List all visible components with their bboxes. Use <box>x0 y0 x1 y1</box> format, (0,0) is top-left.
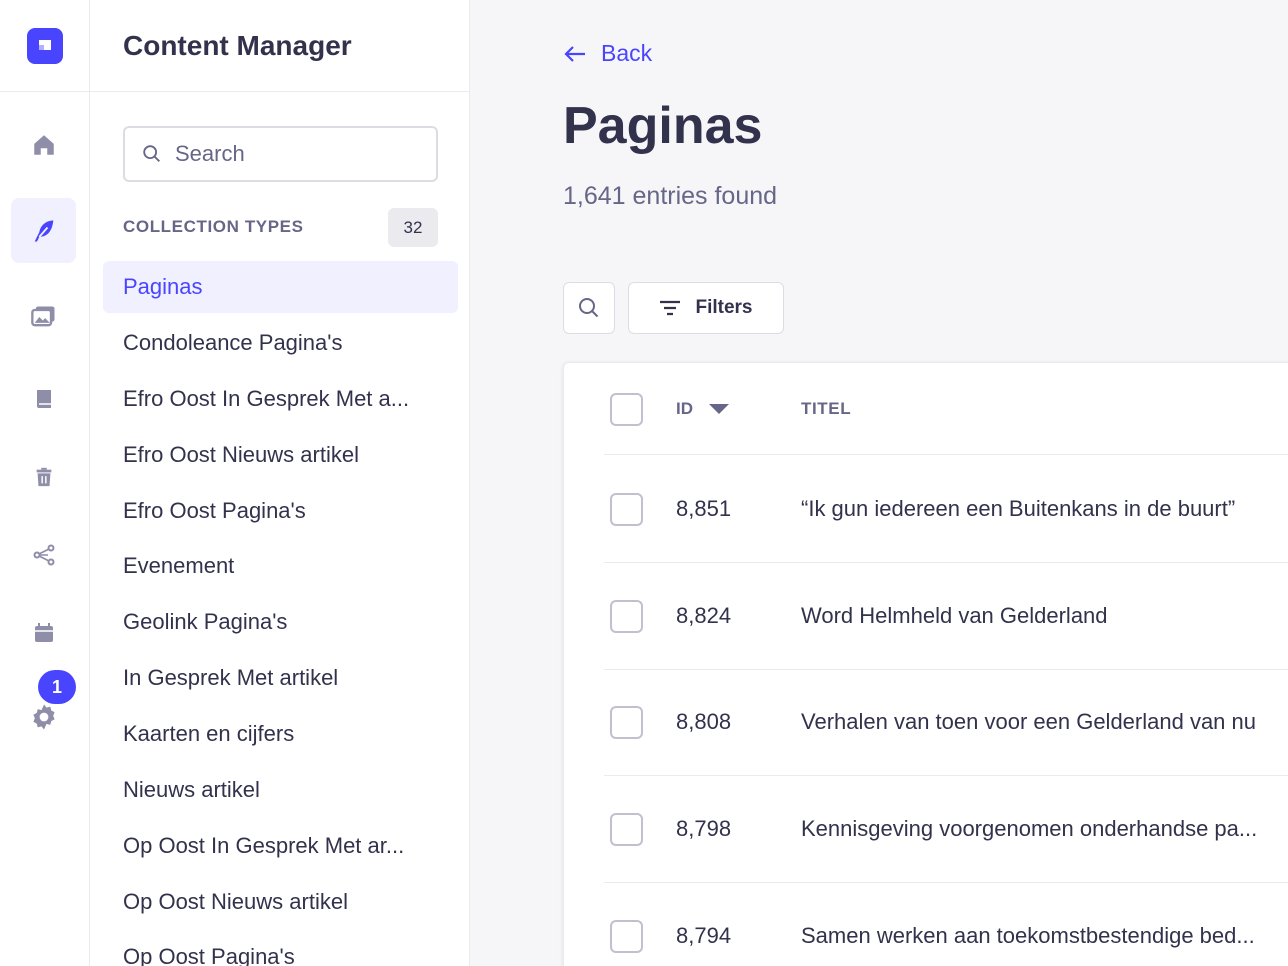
arrow-left-icon <box>564 45 585 62</box>
trash-icon[interactable] <box>11 444 76 509</box>
nav-item-kaarten-en-cijfers[interactable]: Kaarten en cijfers <box>103 708 458 760</box>
table-row[interactable]: 8,824 Word Helmheld van Gelderland <box>604 563 1288 670</box>
subnav-title: Content Manager <box>123 30 352 61</box>
share-icon[interactable] <box>11 522 76 587</box>
table-row[interactable]: 8,851 “Ik gun iedereen een Buitenkans in… <box>604 456 1288 563</box>
column-header-titel[interactable]: TITEL <box>801 399 851 419</box>
row-title: Verhalen van toen voor een Gelderland va… <box>801 709 1256 734</box>
feather-icon[interactable] <box>11 198 76 263</box>
content-manager-subnav: Content Manager Search COLLECTION TYPES … <box>90 0 470 966</box>
column-header-id-label: ID <box>676 399 693 418</box>
row-checkbox[interactable] <box>610 493 643 526</box>
nav-item-op-oost-paginas[interactable]: Op Oost Pagina's <box>103 931 458 966</box>
nav-item-condoleance-paginas[interactable]: Condoleance Pagina's <box>103 317 458 369</box>
row-id: 8,851 <box>676 496 732 521</box>
row-checkbox[interactable] <box>610 600 643 633</box>
media-library-icon[interactable] <box>11 284 76 349</box>
main-content: Back Paginas 1,641 entries found Filters… <box>471 0 1288 966</box>
calendar-icon[interactable] <box>11 600 76 665</box>
nav-item-op-oost-nieuws[interactable]: Op Oost Nieuws artikel <box>103 876 458 928</box>
entries-table: ID TITEL 8,851 “Ik gun iedereen een Buit… <box>563 362 1288 966</box>
page-title: Paginas <box>563 97 763 155</box>
filter-icon <box>660 300 681 316</box>
logo-area <box>0 0 89 92</box>
nav-item-in-gesprek-met[interactable]: In Gesprek Met artikel <box>103 652 458 704</box>
collection-types-label: COLLECTION TYPES <box>123 217 304 236</box>
nav-item-op-oost-in-gesprek[interactable]: Op Oost In Gesprek Met ar... <box>103 820 458 872</box>
row-id: 8,808 <box>676 709 732 734</box>
row-id: 8,824 <box>676 603 732 628</box>
main-nav-rail: 1 <box>0 0 90 966</box>
home-icon[interactable] <box>11 112 76 177</box>
row-title: Samen werken aan toekomstbestendige bed.… <box>801 923 1255 948</box>
row-checkbox[interactable] <box>610 813 643 846</box>
nav-item-geolink-paginas[interactable]: Geolink Pagina's <box>103 596 458 648</box>
book-icon[interactable] <box>11 366 76 431</box>
filters-label: Filters <box>695 297 753 318</box>
table-row[interactable]: 8,808 Verhalen van toen voor een Gelderl… <box>604 669 1288 776</box>
nav-item-efro-oost-in-gesprek[interactable]: Efro Oost In Gesprek Met a... <box>103 373 458 425</box>
logo-icon[interactable] <box>26 27 63 64</box>
row-title: “Ik gun iedereen een Buitenkans in de bu… <box>801 496 1236 521</box>
search-icon <box>143 145 160 162</box>
table-header: ID TITEL <box>604 363 1288 455</box>
row-id: 8,794 <box>676 923 732 948</box>
table-search-button[interactable] <box>563 282 615 334</box>
notification-badge: 1 <box>38 670 76 704</box>
select-all-checkbox[interactable] <box>610 393 643 426</box>
search-placeholder: Search <box>175 141 245 166</box>
row-title: Word Helmheld van Gelderland <box>801 603 1108 628</box>
table-row[interactable]: 8,794 Samen werken aan toekomstbestendig… <box>604 883 1288 966</box>
sort-down-icon <box>709 404 729 414</box>
search-input[interactable]: Search <box>123 126 438 182</box>
row-checkbox[interactable] <box>610 706 643 739</box>
subnav-header: Content Manager <box>90 0 469 92</box>
table-row[interactable]: 8,798 Kennisgeving voorgenomen onderhand… <box>604 776 1288 883</box>
row-checkbox[interactable] <box>610 920 643 953</box>
entries-count: 1,641 entries found <box>563 182 778 210</box>
nav-item-nieuws-artikel[interactable]: Nieuws artikel <box>103 764 458 816</box>
back-link[interactable]: Back <box>563 40 652 67</box>
back-label: Back <box>601 40 653 66</box>
nav-item-efro-oost-nieuws[interactable]: Efro Oost Nieuws artikel <box>103 429 458 481</box>
collection-types-count: 32 <box>388 208 438 247</box>
nav-item-paginas[interactable]: Paginas <box>103 261 458 313</box>
column-header-id[interactable]: ID <box>676 399 729 419</box>
search-icon <box>579 298 599 318</box>
row-title: Kennisgeving voorgenomen onderhandse pa.… <box>801 816 1258 841</box>
nav-item-efro-oost-paginas[interactable]: Efro Oost Pagina's <box>103 485 458 537</box>
row-id: 8,798 <box>676 816 732 841</box>
nav-item-evenement[interactable]: Evenement <box>103 540 458 592</box>
filters-button[interactable]: Filters <box>628 282 784 334</box>
